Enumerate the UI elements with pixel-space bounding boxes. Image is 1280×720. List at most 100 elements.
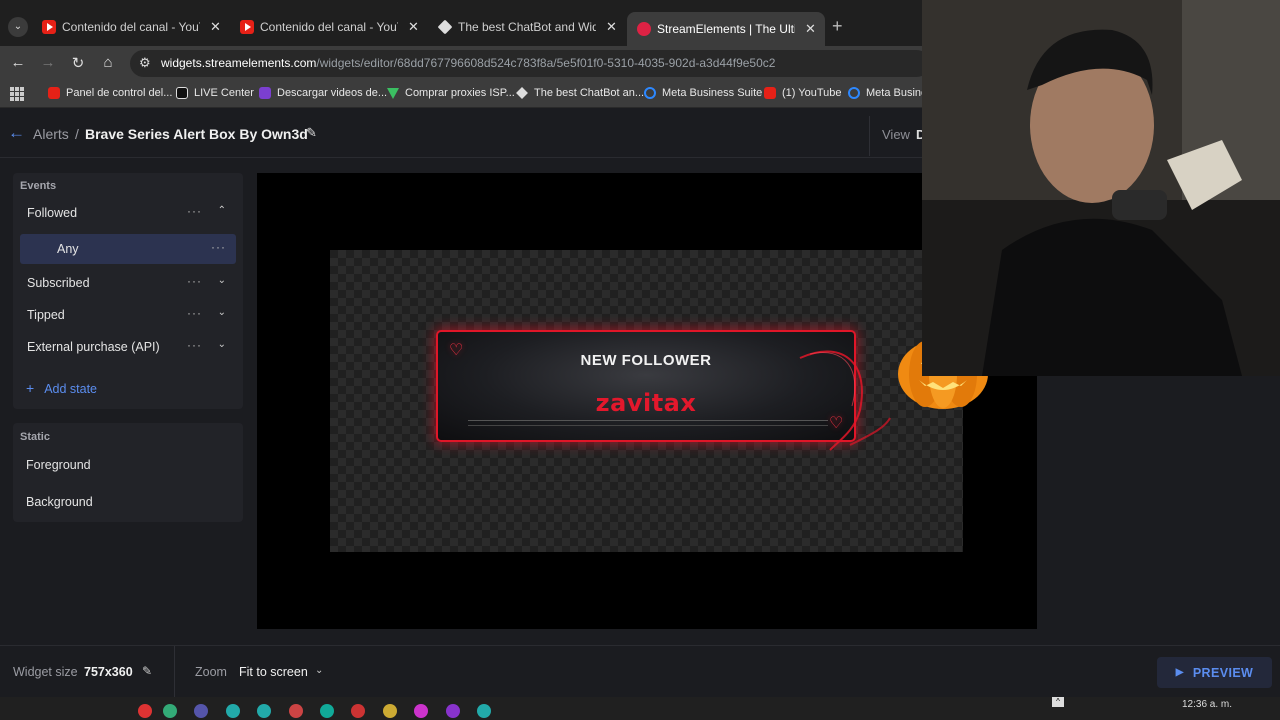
static-background[interactable]: Background (26, 495, 93, 509)
bookmark-label: Meta Busine (866, 87, 928, 99)
chevron-down-icon[interactable]: ⌄ (218, 339, 226, 350)
browser-tab-3[interactable]: The best ChatBot and Widgets ✕ (428, 12, 626, 42)
view-label: View (882, 127, 910, 142)
event-followed[interactable]: Followed ··· ⌃ (20, 198, 236, 228)
forward-icon[interactable]: → (39, 54, 57, 71)
edit-size-pencil-icon[interactable]: ✎ (142, 664, 152, 678)
browser-tab-2[interactable]: Contenido del canal - YouTube ✕ (230, 12, 428, 42)
tab-title: The best ChatBot and Widgets (458, 20, 596, 34)
back-arrow-icon[interactable]: ← (8, 123, 25, 143)
taskbar-app-icon[interactable] (194, 704, 208, 718)
bookmark-item[interactable]: Panel de control del... (48, 87, 172, 99)
editor-footer: Widget size 757x360 ✎ Zoom Fit to screen… (0, 645, 1280, 698)
zoom-label: Zoom (195, 665, 227, 679)
address-bar[interactable]: ⚙ widgets.streamelements.com/widgets/edi… (130, 50, 930, 77)
widget-size-value: 757x360 (84, 665, 133, 679)
close-tab-icon[interactable]: ✕ (805, 21, 816, 37)
event-tipped[interactable]: Tipped ··· ⌄ (20, 300, 236, 330)
preview-button[interactable]: ▶ PREVIEW (1157, 657, 1272, 688)
os-taskbar: ^ 12:36 a. m. (0, 697, 1280, 720)
home-icon[interactable]: ⌂ (99, 54, 117, 71)
page-title: Brave Series Alert Box By Own3d (85, 126, 308, 142)
event-label: Followed (27, 206, 78, 220)
bookmark-label: The best ChatBot an... (534, 87, 645, 99)
meta-icon (848, 87, 860, 99)
events-panel: Events Followed ··· ⌃ Any ··· Subscribed… (13, 173, 243, 409)
taskbar-app-icon[interactable] (351, 704, 365, 718)
static-foreground[interactable]: Foreground (26, 458, 91, 472)
taskbar-app-icon[interactable] (320, 704, 334, 718)
webcam-overlay (922, 0, 1280, 376)
event-label: Subscribed (27, 276, 90, 290)
chevron-down-icon[interactable]: ⌄ (218, 307, 226, 318)
play-icon: ▶ (1175, 667, 1184, 678)
bookmark-label: (1) YouTube (782, 87, 842, 99)
event-external-purchase[interactable]: External purchase (API) ··· ⌄ (20, 332, 236, 362)
event-state-any[interactable]: Any ··· (20, 234, 236, 264)
new-tab-icon[interactable]: + (832, 16, 843, 37)
chevron-down-icon[interactable]: ⌄ (315, 665, 323, 676)
site-info-icon[interactable]: ⚙ (139, 55, 151, 71)
more-options-icon[interactable]: ··· (211, 240, 226, 254)
apps-grid-icon[interactable] (10, 87, 24, 101)
taskbar-app-icon[interactable] (477, 704, 491, 718)
widget-size-label: Widget size (13, 665, 78, 679)
bookmark-item[interactable]: LIVE Center (176, 87, 254, 99)
static-panel: Static Foreground Background (13, 423, 243, 522)
youtube-icon (764, 87, 776, 99)
tab-search-dropdown-icon[interactable]: ⌄ (8, 17, 28, 37)
alert-decor-stripe (468, 420, 828, 426)
taskbar-app-icon[interactable] (257, 704, 271, 718)
more-options-icon[interactable]: ··· (187, 204, 202, 218)
tab-title: StreamElements | The Ultimate (657, 22, 795, 36)
tiktok-icon (176, 87, 188, 99)
chevron-down-icon[interactable]: ⌄ (218, 275, 226, 286)
url-text: widgets.streamelements.com/widgets/edito… (161, 56, 775, 70)
more-options-icon[interactable]: ··· (187, 274, 202, 288)
taskbar-app-icon[interactable] (289, 704, 303, 718)
youtube-icon (42, 20, 56, 34)
bookmark-label: Comprar proxies ISP... (405, 87, 515, 99)
add-state-button[interactable]: + Add state (26, 380, 97, 396)
vue-icon (387, 87, 399, 99)
bookmark-item[interactable]: Comprar proxies ISP... (387, 87, 515, 99)
streamelements-diamond-icon (516, 87, 528, 99)
tray-expand-icon[interactable]: ^ (1052, 697, 1064, 707)
close-tab-icon[interactable]: ✕ (210, 19, 221, 35)
more-options-icon[interactable]: ··· (187, 306, 202, 320)
breadcrumb-alerts[interactable]: Alerts (33, 126, 69, 142)
reload-icon[interactable]: ↻ (69, 54, 87, 72)
event-label: Any (57, 242, 79, 256)
bookmark-label: Descargar videos de... (277, 87, 388, 99)
plus-icon: + (26, 380, 35, 396)
bookmark-item[interactable]: Meta Busine (848, 87, 927, 99)
bookmark-item[interactable]: (1) YouTube (764, 87, 842, 99)
close-tab-icon[interactable]: ✕ (408, 19, 419, 35)
back-icon[interactable]: ← (9, 54, 27, 71)
static-title: Static (20, 431, 50, 443)
taskbar-app-icon[interactable] (163, 704, 177, 718)
chevron-up-icon[interactable]: ⌃ (218, 205, 226, 216)
taskbar-app-icon[interactable] (383, 704, 397, 718)
taskbar-clock[interactable]: 12:36 a. m. (1182, 699, 1232, 710)
more-options-icon[interactable]: ··· (187, 338, 202, 352)
bookmark-label: LIVE Center (194, 87, 254, 99)
taskbar-app-icon[interactable] (414, 704, 428, 718)
event-subscribed[interactable]: Subscribed ··· ⌄ (20, 268, 236, 298)
close-tab-icon[interactable]: ✕ (606, 19, 617, 35)
bookmark-item[interactable]: Meta Business Suite (644, 87, 762, 99)
browser-tab-1[interactable]: Contenido del canal - YouTube ✕ (32, 12, 230, 42)
edit-pencil-icon[interactable]: ✎ (306, 125, 317, 141)
divider (869, 116, 870, 156)
breadcrumb-separator: / (75, 126, 79, 142)
browser-tab-4-active[interactable]: StreamElements | The Ultimate ✕ (627, 12, 825, 46)
taskbar-app-icon[interactable] (446, 704, 460, 718)
taskbar-app-icon[interactable] (226, 704, 240, 718)
zoom-select[interactable]: Fit to screen (239, 665, 308, 679)
tab-title: Contenido del canal - YouTube (62, 20, 200, 34)
taskbar-app-icon[interactable] (138, 704, 152, 718)
bookmark-item[interactable]: Descargar videos de... (259, 87, 387, 99)
alert-username-text: zavitax (595, 389, 697, 417)
bookmark-item[interactable]: The best ChatBot an... (516, 87, 644, 99)
download-icon (259, 87, 271, 99)
